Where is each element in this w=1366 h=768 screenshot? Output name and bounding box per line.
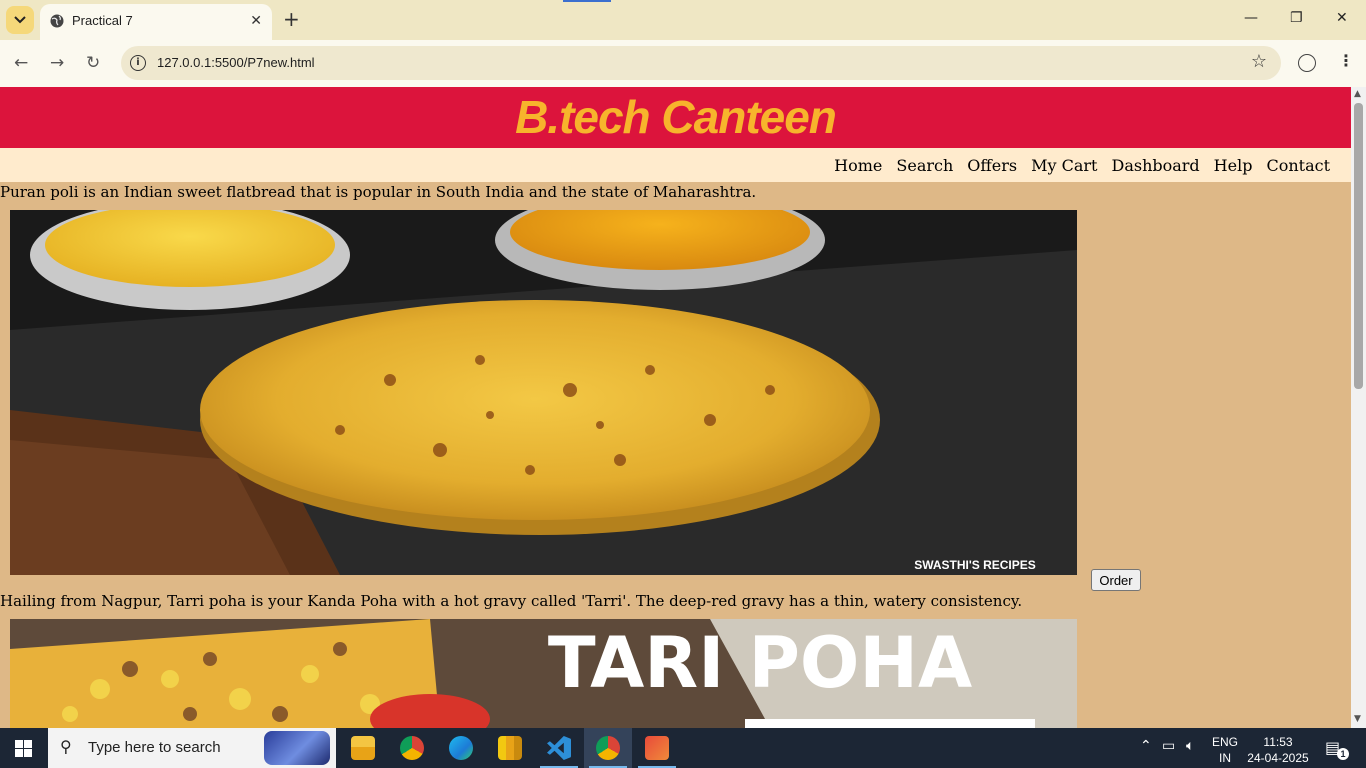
loading-indicator (563, 0, 611, 2)
new-tab-button[interactable]: + (283, 9, 300, 29)
search-highlight-image (264, 731, 330, 765)
clock[interactable]: 11:53 24-04-2025 (1246, 734, 1310, 766)
globe-icon (50, 14, 64, 28)
region-code: IN (1219, 751, 1231, 765)
omnibox[interactable]: i 127.0.0.1:5500/P7new.html ☆ (121, 46, 1281, 80)
chevron-down-icon (14, 16, 26, 24)
more-menu-icon[interactable]: ⋮ (1338, 51, 1354, 70)
close-window-icon[interactable]: ✕ (1336, 10, 1348, 26)
site-title: B.tech Canteen (515, 91, 837, 143)
nav-search[interactable]: Search (896, 156, 953, 175)
network-icon[interactable]: ▭ (1162, 738, 1175, 754)
search-icon: ⚲ (60, 737, 72, 756)
site-navbar: Home Search Offers My Cart Dashboard Hel… (0, 148, 1351, 182)
chrome-profile-icon[interactable] (596, 736, 620, 760)
image-overlay-text: TARI POHA (548, 622, 972, 704)
forward-icon[interactable]: → (50, 53, 64, 73)
bookmark-star-icon[interactable]: ☆ (1251, 51, 1267, 72)
page-scrollbar[interactable]: ▲ ▼ (1351, 87, 1366, 728)
address-toolbar: ← → ↻ i 127.0.0.1:5500/P7new.html ☆ ⋮ (0, 40, 1366, 87)
restore-icon[interactable]: ❐ (1290, 10, 1303, 26)
page-viewport: B.tech Canteen Home Search Offers My Car… (0, 87, 1366, 728)
file-explorer-icon[interactable] (351, 736, 375, 760)
scroll-up-icon[interactable]: ▲ (1354, 89, 1361, 99)
nav-my-cart[interactable]: My Cart (1031, 156, 1097, 175)
chevron-up-icon[interactable]: ⌃ (1140, 738, 1152, 754)
back-icon[interactable]: ← (14, 53, 28, 73)
scroll-down-icon[interactable]: ▼ (1354, 714, 1361, 724)
nav-offers[interactable]: Offers (967, 156, 1017, 175)
nav-list: Home Search Offers My Cart Dashboard Hel… (834, 156, 1330, 175)
tab-title: Practical 7 (72, 13, 133, 28)
chrome-icon[interactable] (400, 736, 424, 760)
tab-strip: Practical 7 ✕ + — ❐ ✕ (0, 0, 1366, 40)
image-watermark: SWASTHI'S RECIPES (914, 558, 1036, 572)
language-indicator[interactable]: ENG IN (1208, 734, 1242, 766)
notification-count: 1 (1337, 748, 1349, 760)
profile-icon[interactable] (1298, 54, 1316, 72)
taskbar-search[interactable]: ⚲ Type here to search (48, 728, 336, 768)
tari-poha-image: TARI POHA (10, 619, 1077, 728)
nav-home[interactable]: Home (834, 156, 882, 175)
windows-start-icon[interactable] (15, 740, 32, 757)
volume-icon[interactable]: 🔈︎ (1186, 738, 1194, 754)
scroll-thumb[interactable] (1354, 103, 1363, 389)
minimize-icon[interactable]: — (1244, 10, 1258, 26)
browser-tab[interactable]: Practical 7 ✕ (40, 4, 272, 40)
nav-dashboard[interactable]: Dashboard (1111, 156, 1199, 175)
order-button[interactable]: Order (1091, 569, 1141, 591)
taskbar-search-placeholder: Type here to search (88, 739, 221, 756)
language-code: ENG (1211, 735, 1238, 749)
edge-icon[interactable] (449, 736, 473, 760)
site-header: B.tech Canteen (0, 87, 1351, 148)
clock-date: 24-04-2025 (1247, 751, 1309, 765)
item-description: Hailing from Nagpur, Tarri poha is your … (0, 592, 1023, 610)
vscode-icon[interactable] (547, 736, 571, 760)
item-description: Puran poli is an Indian sweet flatbread … (0, 183, 757, 201)
close-tab-icon[interactable]: ✕ (250, 13, 262, 29)
power-bi-icon[interactable] (498, 736, 522, 760)
puran-poli-image: SWASTHI'S RECIPES (10, 210, 1077, 575)
nav-contact[interactable]: Contact (1266, 156, 1330, 175)
clock-time: 11:53 (1263, 735, 1293, 749)
url-text[interactable]: 127.0.0.1:5500/P7new.html (157, 55, 315, 70)
site-info-icon[interactable]: i (130, 55, 146, 71)
reload-icon[interactable]: ↻ (86, 53, 100, 73)
tab-search-button[interactable] (6, 6, 34, 34)
snipping-tool-icon[interactable] (645, 736, 669, 760)
nav-help[interactable]: Help (1214, 156, 1253, 175)
taskbar: ⚲ Type here to search ⌃ ▭ 🔈︎ ENG IN 11:5… (0, 728, 1366, 768)
